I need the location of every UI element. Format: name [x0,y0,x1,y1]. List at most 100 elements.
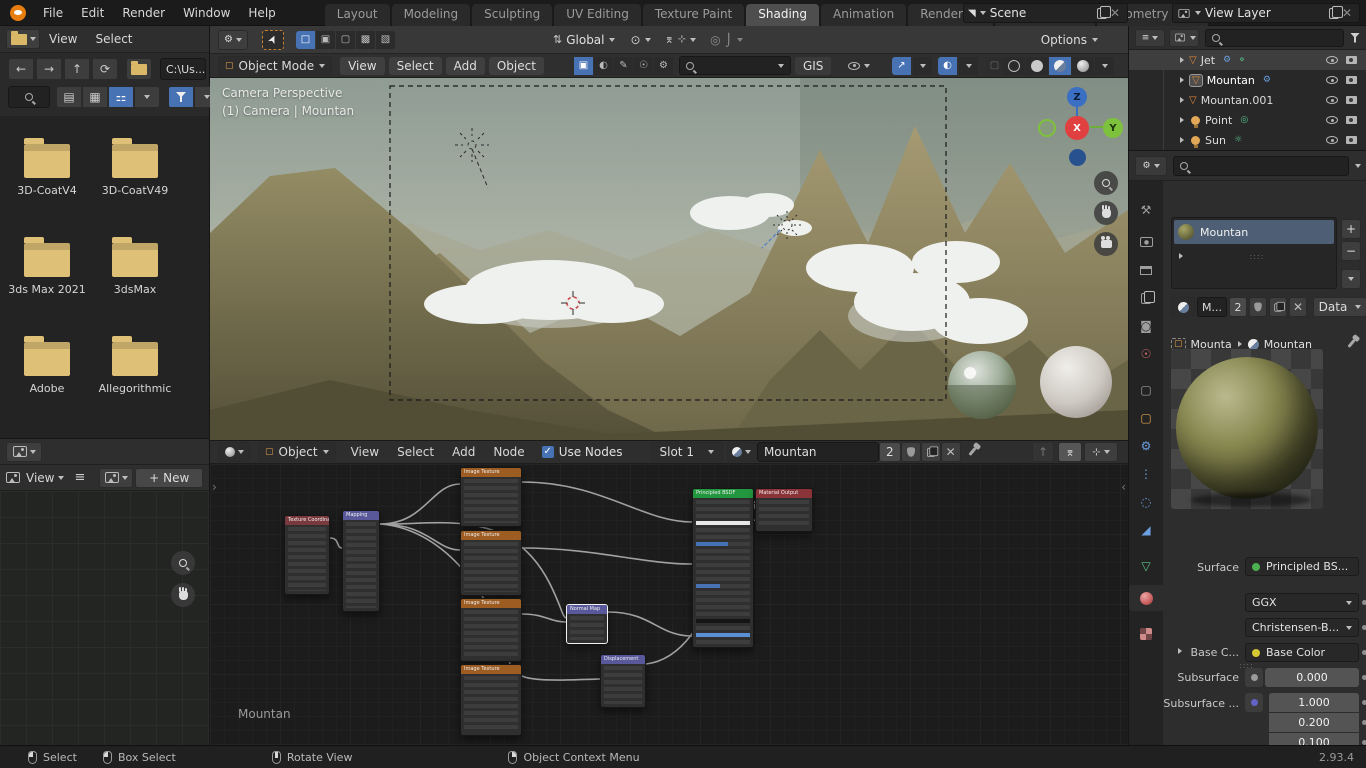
expand-icon[interactable] [1180,57,1184,63]
orientation-dropdown[interactable]: ⇅ Global [553,33,615,47]
hide-eye-icon[interactable] [1326,136,1338,144]
fake-user-button[interactable] [901,442,921,462]
node-mapping[interactable]: Mapping [342,510,380,612]
folder-item[interactable]: Allegorithmic [90,342,180,395]
viewport-camera-button[interactable] [1094,232,1118,256]
file-search-input[interactable] [8,86,50,108]
copy-material-button[interactable] [1269,297,1287,317]
brush-toggle[interactable]: ⚙ [654,57,673,75]
node-image-texture-1[interactable]: Image Texture [460,467,522,527]
expand-icon[interactable] [1179,253,1183,259]
folder-item[interactable]: 3D-CoatV4 [2,144,92,197]
decorator-dot[interactable] [1362,650,1366,655]
tab-material[interactable] [1129,585,1163,611]
outliner-filter-icon[interactable] [1350,33,1360,43]
image-editor-type-button[interactable] [6,442,42,462]
solid-shading-button[interactable] [1026,57,1048,75]
tab-render[interactable] [1129,229,1163,255]
globe-toggle[interactable]: ◐ [594,57,613,75]
material-users-button[interactable]: 2 [879,442,901,462]
gis-button[interactable]: GIS [795,57,831,75]
pen-toggle[interactable]: ✎ [614,57,633,75]
node-displacement[interactable]: Displacement [600,654,646,708]
node-material-output[interactable]: Material Output [755,488,813,532]
material-preview-button[interactable] [1049,57,1071,75]
hide-eye-icon[interactable] [1326,56,1338,64]
data-link-dropdown[interactable]: Data [1313,297,1366,317]
blender-logo-icon[interactable] [10,5,26,21]
outliner-display-mode-button[interactable]: ≡ [1135,29,1165,47]
material-slot-selected[interactable]: Mountan [1174,220,1334,244]
xray-toggle[interactable]: ▢ [985,57,1004,75]
properties-options-dropdown[interactable] [1355,164,1361,168]
file-view-menu[interactable]: View [40,32,86,46]
go-parent-node-tree-button[interactable]: ↑ [1032,442,1054,462]
menu-help[interactable]: Help [239,6,284,20]
tab-physics[interactable]: ◌ [1129,489,1163,515]
slot-dropdown[interactable]: Slot 1 [651,442,723,462]
ss-radius-r-slider[interactable]: 1.000 [1269,693,1359,712]
node-view-menu[interactable]: View [342,445,388,459]
view-layer-selector[interactable]: View Layer ✕ [1172,3,1360,23]
browse-image-button[interactable] [99,468,133,488]
world-toggle[interactable]: ☉ [634,57,653,75]
render-visibility-icon[interactable] [1346,116,1357,124]
decorator-dot[interactable] [1362,675,1366,680]
browse-material-button[interactable] [1171,297,1195,317]
image-view-menu[interactable]: View [20,471,58,485]
shading-dropdown[interactable] [1095,57,1114,75]
shader-editor-canvas[interactable]: Texture Coordinate Mapping Image Texture… [210,464,1128,745]
decorator-dot[interactable] [1362,625,1366,630]
node-image-texture-4[interactable]: Image Texture [460,664,522,736]
create-folder-button[interactable] [126,58,152,80]
folder-item[interactable]: Adobe [2,342,92,395]
node-texture-coordinate[interactable]: Texture Coordinate [284,515,330,595]
viewport-canvas[interactable]: Camera Perspective (1) Camera | Mountan … [210,78,1128,440]
tab-particles[interactable]: ⋮ [1129,461,1163,487]
material-name-short[interactable]: M... [1197,297,1227,317]
axis-y-handle[interactable]: Y [1103,118,1123,138]
tab-animation[interactable]: Animation [821,4,906,26]
node-select-menu[interactable]: Select [388,445,443,459]
menu-render[interactable]: Render [113,6,174,20]
tab-shading[interactable]: Shading [746,4,819,26]
viewport-zoom-button[interactable] [1094,171,1118,195]
tab-texture-paint[interactable]: Texture Paint [643,4,744,26]
file-select-menu[interactable]: Select [86,32,141,46]
tab-layout[interactable]: Layout [325,4,390,26]
decorator-dot[interactable] [1362,720,1366,725]
new-image-button[interactable]: +New [135,468,203,488]
back-button[interactable]: ← [8,58,34,80]
fake-user-button[interactable] [1249,297,1267,317]
node-image-texture-3[interactable]: Image Texture [460,598,522,662]
display-options-dropdown[interactable] [134,86,160,108]
display-vertical-list-button[interactable]: ▤ [56,86,82,108]
visibility-dropdown[interactable] [848,62,870,70]
browse-material-button[interactable] [727,442,757,462]
axis-neg-y-handle[interactable] [1038,119,1056,137]
snap-group[interactable]: ⌆ ⊹ [665,33,697,46]
filter-toggle-button[interactable] [168,86,194,108]
node-image-texture-2[interactable]: Image Texture [460,530,522,596]
refresh-button[interactable]: ⟳ [92,58,118,80]
outliner-scene-mode-button[interactable] [1169,29,1199,47]
folder-item[interactable]: 3D-CoatV49 [90,144,180,197]
decorator-dot[interactable] [1362,700,1366,705]
scene-selector[interactable]: ◥ Scene ✕ [963,3,1128,23]
node-normal-map[interactable]: Normal Map [566,604,608,644]
select-set-button[interactable]: □ [296,31,315,49]
expand-icon[interactable] [1178,648,1182,654]
expand-icon[interactable] [1180,117,1184,123]
add-slot-button[interactable]: + [1341,219,1361,239]
node-snap-target-dropdown[interactable]: ⊹ [1084,442,1118,462]
users-count-button[interactable]: 2 [1229,297,1247,317]
hide-eye-icon[interactable] [1326,116,1338,124]
zoom-button[interactable] [171,551,195,575]
tab-collection[interactable]: ▢ [1129,377,1163,403]
gizmos-toggle[interactable]: ↗ [892,57,911,75]
node-add-menu[interactable]: Add [443,445,484,459]
subsurface-socket[interactable] [1245,668,1263,687]
outliner-row-mountan[interactable]: ▽ Mountan ⚙ [1129,70,1366,90]
tab-world[interactable]: ☉ [1129,341,1163,367]
tab-view-layer[interactable] [1129,285,1163,311]
